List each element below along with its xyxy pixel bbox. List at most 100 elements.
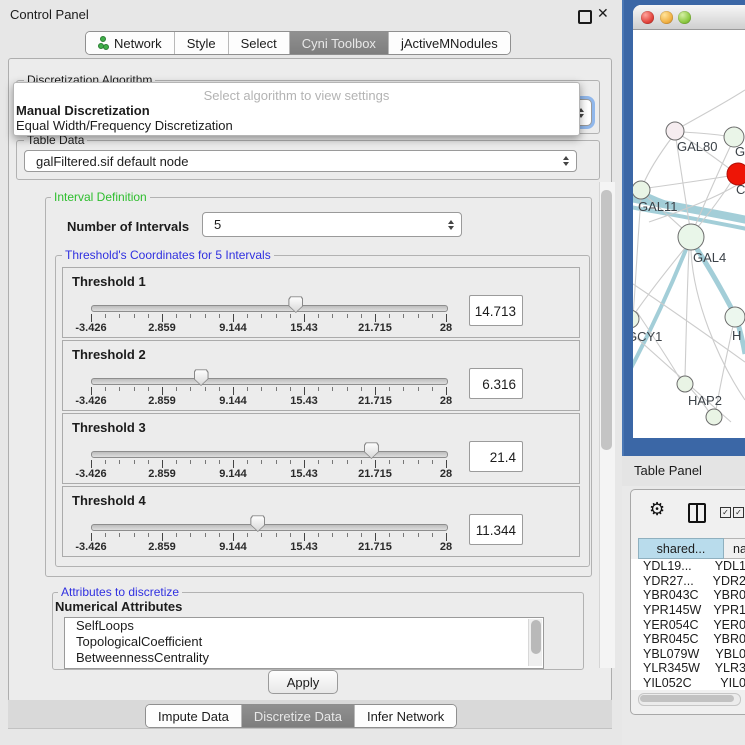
network-edge[interactable] <box>648 176 729 188</box>
table-row[interactable]: YBR043CYBR0 <box>631 588 745 603</box>
table-hscrollbar-thumb[interactable] <box>640 695 734 702</box>
tick-mark <box>162 460 163 468</box>
network-node-h[interactable] <box>725 307 745 327</box>
threshold-value-input[interactable]: 11.344 <box>469 514 523 545</box>
table-hscrollbar[interactable] <box>638 693 741 706</box>
network-window-titlebar[interactable] <box>633 5 745 30</box>
table-data-combobox[interactable]: galFiltered.sif default node <box>24 150 577 172</box>
tick-label: -3.426 <box>75 468 106 480</box>
tick-mark <box>290 533 291 537</box>
table-rows: YDL19...YDL1YDR27...YDR2YBR043CYBR0YPR14… <box>631 559 745 690</box>
column-header-name[interactable]: na <box>724 538 745 559</box>
column-header-shared[interactable]: shared... <box>638 538 724 559</box>
panel-scrollbar-thumb[interactable] <box>601 190 612 450</box>
control-panel: Control Panel ✕ NetworkStyleSelectCyni T… <box>0 0 622 745</box>
network-node-hap2[interactable] <box>677 376 693 392</box>
node-label: GA <box>735 144 745 159</box>
threshold-panel-threshold-4: Threshold 4-3.4262.8599.14415.4321.71528… <box>62 486 580 557</box>
close-traffic-light-icon[interactable] <box>641 11 654 24</box>
num-intervals-spinner[interactable]: 5 <box>202 212 462 237</box>
zoom-traffic-light-icon[interactable] <box>678 11 691 24</box>
network-edge[interactable] <box>685 249 689 377</box>
table-row[interactable]: YLR345WYLR3 <box>631 661 745 676</box>
node-label: GAL80 <box>677 139 717 154</box>
network-edge[interactable] <box>633 242 689 370</box>
network-node-gal11[interactable] <box>633 181 650 199</box>
tick-mark <box>162 387 163 395</box>
table-panel: ⚙ ✓ ✓ shared... na YDL19...YDL1YDR27...Y… <box>630 489 745 715</box>
threshold-value-input[interactable]: 14.713 <box>469 295 523 326</box>
gear-icon[interactable]: ⚙ <box>649 499 665 520</box>
checkbox-icon[interactable]: ✓ <box>733 507 744 518</box>
table-row[interactable]: YDL19...YDL1 <box>631 559 745 574</box>
tick-mark <box>403 460 404 464</box>
threshold-slider-track[interactable] <box>91 451 448 458</box>
close-icon[interactable]: ✕ <box>597 5 609 22</box>
cell-name: YLR3 <box>710 661 745 675</box>
tab-cyni-toolbox[interactable]: Cyni Toolbox <box>290 32 389 54</box>
table-row[interactable]: YBL079WYBL0 <box>631 647 745 662</box>
attribute-item-betweennesscentrality[interactable]: BetweennessCentrality <box>65 650 543 666</box>
tab-style[interactable]: Style <box>175 32 229 54</box>
threshold-slider-track[interactable] <box>91 378 448 385</box>
network-edge[interactable] <box>635 248 685 313</box>
split-columns-icon[interactable] <box>688 503 706 523</box>
threshold-value-input[interactable]: 21.4 <box>469 441 523 472</box>
threshold-value-input[interactable]: 6.316 <box>469 368 523 399</box>
tick-mark <box>190 314 191 318</box>
tab-network[interactable]: Network <box>86 32 175 54</box>
attribute-item-topologicalcoefficient[interactable]: TopologicalCoefficient <box>65 634 543 650</box>
tab-infer-network[interactable]: Infer Network <box>355 705 456 727</box>
tab-impute-data[interactable]: Impute Data <box>146 705 242 727</box>
threshold-tick-labels: -3.4262.8599.14415.4321.71528 <box>91 541 446 553</box>
table-row[interactable]: YIL052CYIL0 <box>631 676 745 691</box>
tick-mark <box>119 460 120 464</box>
tick-mark <box>347 314 348 318</box>
network-canvas[interactable]: GAL80GACGAL11GAL4GCY1HHAP2 <box>633 30 745 438</box>
float-window-icon[interactable] <box>578 10 592 24</box>
tab-select[interactable]: Select <box>229 32 290 54</box>
network-edge[interactable] <box>679 90 745 128</box>
list-scrollbar-thumb[interactable] <box>531 620 541 654</box>
tab-jactivemnodules[interactable]: jActiveMNodules <box>389 32 510 54</box>
tab-discretize-data[interactable]: Discretize Data <box>242 705 355 727</box>
minimize-traffic-light-icon[interactable] <box>660 11 673 24</box>
tick-mark <box>119 533 120 537</box>
table-row[interactable]: YBR045CYBR0 <box>631 632 745 647</box>
tick-mark <box>233 460 234 468</box>
tick-mark <box>332 314 333 318</box>
network-edge[interactable] <box>633 198 641 317</box>
list-scrollbar-track[interactable] <box>528 619 542 666</box>
numerical-attributes-list[interactable]: SelfLoopsTopologicalCoefficientBetweenne… <box>64 617 544 669</box>
tick-mark <box>375 460 376 468</box>
tick-label: 28 <box>440 468 452 480</box>
checkbox-icon[interactable]: ✓ <box>720 507 731 518</box>
tick-mark <box>276 314 277 318</box>
num-intervals-label: Number of Intervals <box>67 219 189 234</box>
tick-mark <box>432 314 433 318</box>
algorithm-option-manual[interactable]: Manual Discretization <box>16 103 150 118</box>
tick-mark <box>446 533 447 541</box>
table-row[interactable]: YER054CYER0 <box>631 617 745 632</box>
thresholds-group-title: Threshold's Coordinates for 5 Intervals <box>62 248 274 262</box>
threshold-slider-track[interactable] <box>91 305 448 312</box>
network-edge[interactable] <box>643 136 673 185</box>
threshold-slider-track[interactable] <box>91 524 448 531</box>
tick-mark <box>261 533 262 537</box>
network-node-gal4[interactable] <box>678 224 704 250</box>
table-row[interactable]: YDR27...YDR2 <box>631 574 745 589</box>
apply-button[interactable]: Apply <box>268 670 338 694</box>
network-icon <box>98 36 108 50</box>
network-edge[interactable] <box>683 132 726 136</box>
tick-label: 21.715 <box>358 322 392 334</box>
network-node-gal80[interactable] <box>666 122 684 140</box>
cell-name: YBR0 <box>708 588 745 602</box>
algorithm-option-equal-width[interactable]: Equal Width/Frequency Discretization <box>16 118 233 133</box>
attribute-item-selfloops[interactable]: SelfLoops <box>65 618 543 634</box>
table-row[interactable]: YPR145WYPR1 <box>631 603 745 618</box>
tick-label: 28 <box>440 541 452 553</box>
network-node[interactable] <box>706 409 722 425</box>
tick-mark <box>148 533 149 537</box>
tab-label: Cyni Toolbox <box>302 36 376 51</box>
tick-label: 2.859 <box>148 395 176 407</box>
